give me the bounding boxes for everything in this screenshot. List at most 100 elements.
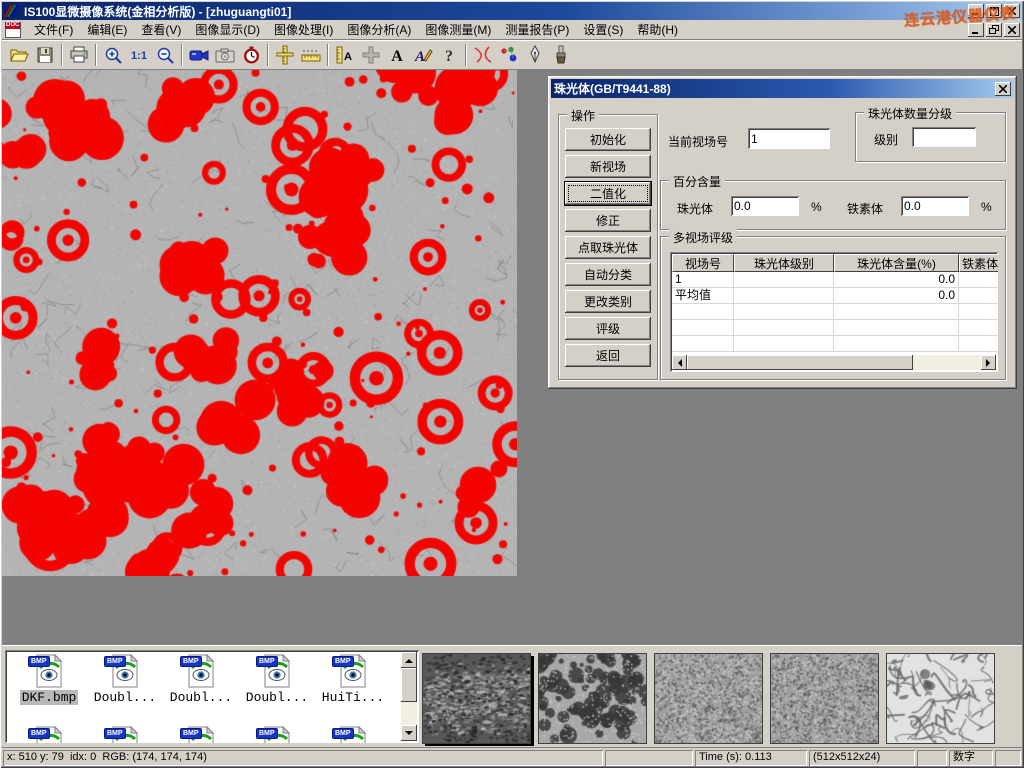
table-row[interactable] bbox=[672, 304, 998, 320]
initialize-button[interactable]: 初始化 bbox=[565, 128, 651, 151]
toolbar-separator bbox=[465, 44, 467, 66]
measure-scale-button[interactable]: A bbox=[332, 42, 358, 68]
auto-classify-button[interactable]: 自动分类 bbox=[565, 263, 651, 286]
file-item[interactable]: BMP bbox=[89, 726, 161, 743]
col-pearlite-content[interactable]: 珠光体含量(%) bbox=[834, 254, 959, 272]
ferrite-percent-sign: % bbox=[981, 200, 992, 214]
menu-help[interactable]: 帮助(H) bbox=[630, 19, 685, 40]
menu-bar: DOC 文件(F) 编辑(E) 查看(V) 图像显示(D) 图像处理(I) 图像… bbox=[2, 20, 1022, 40]
curve-tool-button[interactable] bbox=[470, 42, 496, 68]
move-button[interactable] bbox=[358, 42, 384, 68]
caliper-button[interactable] bbox=[272, 42, 298, 68]
scroll-up-button[interactable] bbox=[401, 652, 417, 668]
photo-capture-button[interactable] bbox=[212, 42, 238, 68]
file-item[interactable]: BMP Doubl... bbox=[241, 654, 313, 706]
file-list-scrollbar[interactable] bbox=[401, 652, 417, 741]
thumbnail-4[interactable] bbox=[770, 653, 879, 744]
print-button[interactable] bbox=[66, 42, 92, 68]
change-class-button[interactable]: 更改类别 bbox=[565, 290, 651, 313]
scroll-left-button[interactable] bbox=[672, 355, 687, 370]
dialog-title-bar[interactable]: 珠光体(GB/T9441-88) bbox=[551, 79, 1014, 98]
rate-button[interactable]: 评级 bbox=[565, 317, 651, 340]
pearlite-percent-input[interactable] bbox=[731, 196, 799, 216]
video-capture-button[interactable] bbox=[186, 42, 212, 68]
ruler-button[interactable] bbox=[298, 42, 324, 68]
scrollbar-thumb[interactable] bbox=[401, 668, 417, 702]
scrollbar-thumb[interactable] bbox=[687, 355, 913, 370]
menu-settings[interactable]: 设置(S) bbox=[576, 19, 630, 40]
file-name: HuiTi... bbox=[320, 690, 386, 705]
scroll-right-button[interactable] bbox=[981, 355, 996, 370]
move-cross-icon bbox=[361, 45, 381, 65]
binarize-button[interactable]: 二值化 bbox=[565, 182, 651, 205]
help-button[interactable]: ? bbox=[436, 42, 462, 68]
level-input[interactable] bbox=[912, 127, 976, 147]
table-row[interactable]: 1 0.0 bbox=[672, 272, 998, 288]
col-field-number[interactable]: 视场号 bbox=[672, 254, 734, 272]
thumbnail-2[interactable] bbox=[538, 653, 647, 744]
pen-tool-icon bbox=[528, 45, 542, 65]
zoom-in-button[interactable] bbox=[100, 42, 126, 68]
col-ferrite-content[interactable]: 铁素体含量(%) bbox=[959, 254, 998, 272]
menu-image-process[interactable]: 图像处理(I) bbox=[267, 19, 340, 40]
table-row[interactable] bbox=[672, 336, 998, 352]
zoom-out-button[interactable] bbox=[152, 42, 178, 68]
save-button[interactable] bbox=[32, 42, 58, 68]
grading-group: 珠光体数量分级 级别 bbox=[855, 112, 1006, 162]
timer-icon bbox=[242, 46, 261, 65]
menu-file[interactable]: 文件(F) bbox=[27, 19, 80, 40]
video-camera-icon bbox=[189, 47, 209, 63]
timer-button[interactable] bbox=[238, 42, 264, 68]
file-item[interactable]: BMP bbox=[317, 726, 389, 743]
thumbnail-5[interactable] bbox=[886, 653, 995, 744]
menu-image-analysis[interactable]: 图像分析(A) bbox=[340, 19, 418, 40]
annotate-button[interactable]: A bbox=[410, 42, 436, 68]
table-horizontal-scrollbar[interactable] bbox=[672, 355, 996, 370]
curve-tool-icon bbox=[473, 45, 493, 65]
table-row[interactable]: 平均值 0.0 bbox=[672, 288, 998, 304]
menu-image-measure[interactable]: 图像测量(M) bbox=[418, 19, 498, 40]
photo-camera-icon bbox=[215, 47, 235, 63]
menu-image-display[interactable]: 图像显示(D) bbox=[188, 19, 267, 40]
cell-pearlite-content: 0.0 bbox=[834, 288, 959, 304]
menu-edit[interactable]: 编辑(E) bbox=[80, 19, 134, 40]
toolbar-separator bbox=[61, 44, 63, 66]
current-field-input[interactable] bbox=[748, 128, 830, 149]
thumbnail-1[interactable] bbox=[422, 653, 531, 744]
level-label: 级别 bbox=[874, 131, 898, 148]
brush-tool-icon bbox=[554, 45, 568, 65]
file-item[interactable]: BMP HuiTi... bbox=[317, 654, 389, 706]
file-item[interactable]: BMP DKF.bmp bbox=[13, 654, 85, 706]
scroll-down-button[interactable] bbox=[401, 725, 417, 741]
dialog-close-button[interactable] bbox=[995, 82, 1011, 96]
brush-tool-button[interactable] bbox=[548, 42, 574, 68]
col-pearlite-level[interactable]: 珠光体级别 bbox=[734, 254, 834, 272]
new-field-button[interactable]: 新视场 bbox=[565, 155, 651, 178]
pick-pearlite-button[interactable]: 点取珠光体 bbox=[565, 236, 651, 259]
menu-measure-report[interactable]: 测量报告(P) bbox=[498, 19, 576, 40]
svg-text:A: A bbox=[344, 51, 352, 63]
rating-table: 视场号 珠光体级别 珠光体含量(%) 铁素体含量(%) 1 0.0 平均值 bbox=[670, 252, 998, 372]
document-icon[interactable]: DOC bbox=[5, 22, 21, 38]
table-row[interactable] bbox=[672, 320, 998, 336]
file-item[interactable]: BMP Doubl... bbox=[89, 654, 161, 706]
child-close-button[interactable] bbox=[1004, 23, 1020, 37]
classify-tool-button[interactable] bbox=[496, 42, 522, 68]
toolbar: 1:1 A A A ? bbox=[2, 41, 1022, 70]
print-icon bbox=[69, 45, 89, 65]
actual-size-button[interactable]: 1:1 bbox=[126, 42, 152, 68]
ferrite-percent-input[interactable] bbox=[901, 196, 969, 216]
pen-tool-button[interactable] bbox=[522, 42, 548, 68]
correct-button[interactable]: 修正 bbox=[565, 209, 651, 232]
text-button[interactable]: A bbox=[384, 42, 410, 68]
file-item[interactable]: BMP Doubl... bbox=[165, 654, 237, 706]
return-button[interactable]: 返回 bbox=[565, 344, 651, 367]
open-button[interactable] bbox=[6, 42, 32, 68]
thumbnail-3[interactable] bbox=[654, 653, 763, 744]
file-item[interactable]: BMP bbox=[165, 726, 237, 743]
file-item[interactable]: BMP bbox=[13, 726, 85, 743]
file-item[interactable]: BMP bbox=[241, 726, 313, 743]
menu-view[interactable]: 查看(V) bbox=[134, 19, 188, 40]
empty-field bbox=[605, 750, 693, 766]
metallograph-image[interactable] bbox=[2, 70, 517, 576]
